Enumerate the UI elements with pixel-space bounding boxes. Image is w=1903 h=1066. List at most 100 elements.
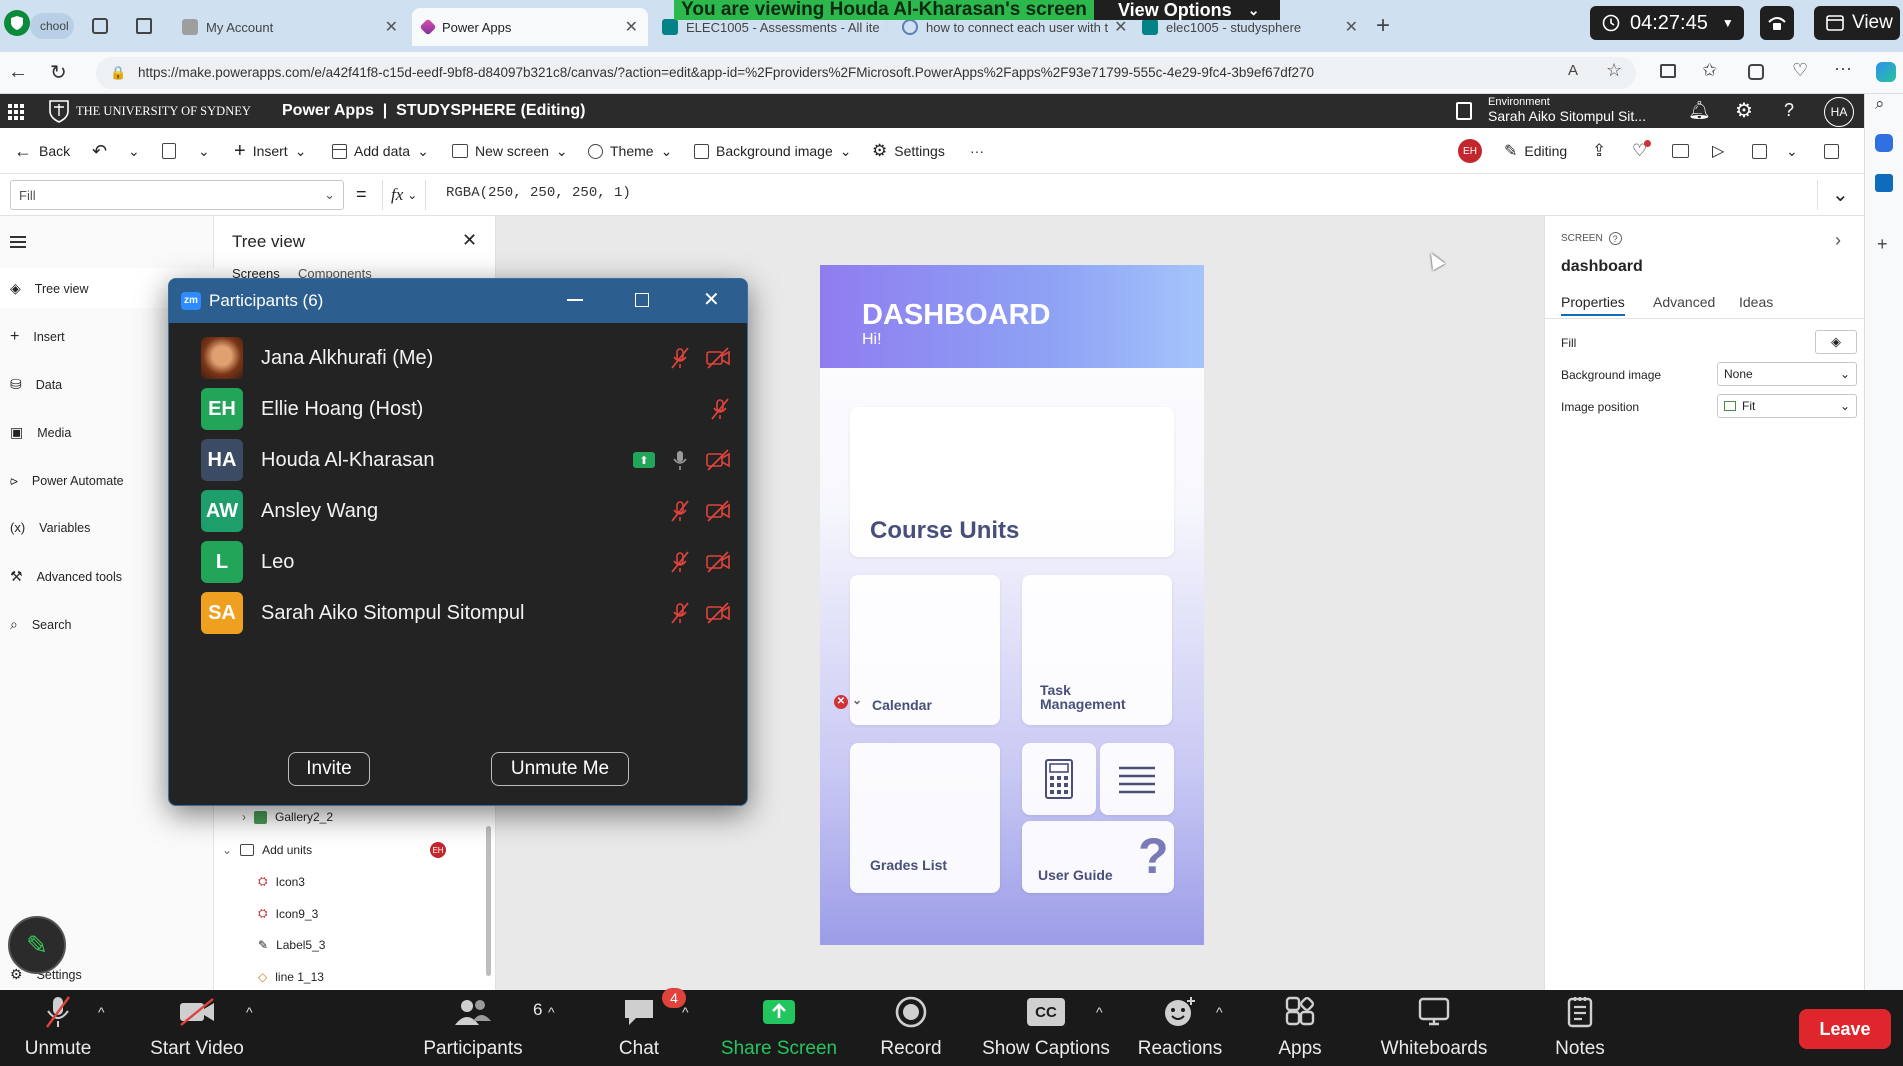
tree-item-label5-3[interactable]: ✎ Label5_3 bbox=[258, 938, 325, 952]
video-options-caret-icon[interactable]: ^ bbox=[246, 1004, 253, 1020]
rail-item-search[interactable]: ⌕ Search bbox=[10, 616, 71, 633]
apps-button[interactable]: Apps bbox=[1262, 990, 1338, 1066]
view-button[interactable]: View bbox=[1814, 6, 1900, 40]
app-launcher-icon[interactable] bbox=[8, 104, 24, 120]
reactions-options-caret-icon[interactable]: ^ bbox=[1216, 1004, 1223, 1020]
rail-item-power-automate[interactable]: ⪧ Power Automate bbox=[10, 472, 124, 489]
rail-item-variables[interactable]: (x) Variables bbox=[10, 520, 90, 535]
undo-button[interactable]: ↶ bbox=[92, 128, 107, 174]
add-data-button[interactable]: Add data ⌄ bbox=[332, 128, 429, 174]
rail-item-insert[interactable]: + Insert bbox=[10, 328, 65, 346]
mic-muted-icon[interactable] bbox=[669, 346, 691, 370]
participant-row[interactable]: HA Houda Al-Kharasan ⬆ bbox=[201, 435, 731, 485]
reactions-button[interactable]: Reactions bbox=[1132, 990, 1228, 1066]
preview-play-icon[interactable]: ▷ bbox=[1712, 128, 1724, 174]
search-icon[interactable]: ⌕ bbox=[1875, 94, 1885, 114]
close-icon[interactable]: ✕ bbox=[703, 287, 720, 312]
rail-item-data[interactable]: ⛁ Data bbox=[10, 376, 62, 393]
captions-options-caret-icon[interactable]: ^ bbox=[1096, 1004, 1103, 1020]
audio-options-caret-icon[interactable]: ^ bbox=[98, 1004, 105, 1020]
app-checker-icon[interactable]: ♡ bbox=[1632, 128, 1652, 174]
settings-button[interactable]: ⚙ Settings bbox=[872, 128, 945, 174]
share-icon[interactable]: ⇪ bbox=[1592, 128, 1606, 174]
chat-button[interactable]: 4 Chat bbox=[604, 988, 686, 1066]
copilot-app-icon[interactable] bbox=[1875, 134, 1893, 152]
unmute-me-button[interactable]: Unmute Me bbox=[491, 752, 629, 786]
calendar-card[interactable]: ✕ ⌄ Calendar bbox=[834, 575, 1000, 725]
reconnect-icon[interactable] bbox=[1760, 6, 1794, 40]
browser-tab[interactable]: My Account ✕ bbox=[172, 8, 408, 46]
publish-icon[interactable] bbox=[1824, 128, 1839, 174]
notes-button[interactable]: Notes bbox=[1544, 990, 1616, 1066]
read-aloud-icon[interactable]: A bbox=[1568, 62, 1578, 79]
new-screen-button[interactable]: New screen ⌄ bbox=[452, 128, 568, 174]
participants-title-bar[interactable]: zm Participants (6) ✕ bbox=[169, 279, 747, 323]
help-icon[interactable]: ? bbox=[1784, 100, 1794, 121]
favorite-star-icon[interactable]: ☆ bbox=[1606, 60, 1622, 81]
start-video-button[interactable]: Start Video bbox=[138, 990, 256, 1066]
tree-item-line[interactable]: ◇ line 1_13 bbox=[258, 970, 324, 984]
draw-pen-button[interactable]: ✎ bbox=[8, 916, 66, 974]
record-button[interactable]: Record bbox=[866, 990, 956, 1066]
favorites-icon[interactable]: ✩ bbox=[1702, 60, 1717, 81]
participants-button[interactable]: 6 Participants bbox=[418, 990, 542, 1066]
undo-dropdown[interactable]: ⌄ bbox=[128, 128, 140, 174]
info-icon[interactable]: ? bbox=[1608, 232, 1622, 245]
expand-panel-icon[interactable]: › bbox=[1835, 230, 1841, 251]
outlook-icon[interactable] bbox=[1875, 174, 1893, 192]
chat-options-caret-icon[interactable]: ^ bbox=[682, 1004, 689, 1020]
meeting-timer[interactable]: 04:27:45 ▼ bbox=[1590, 6, 1744, 40]
rail-item-media[interactable]: ▣ Media bbox=[10, 424, 71, 441]
fill-color-button[interactable]: ◈ bbox=[1815, 330, 1857, 354]
environment-selector[interactable]: Environment Sarah Aiko Sitompul Sit... bbox=[1488, 96, 1646, 124]
mic-icon[interactable] bbox=[669, 448, 691, 472]
close-tab-icon[interactable]: ✕ bbox=[1108, 17, 1127, 37]
split-screen-icon[interactable] bbox=[1660, 64, 1676, 78]
participant-row[interactable]: SA Sarah Aiko Sitompul Sitompul bbox=[201, 588, 731, 638]
mic-muted-icon[interactable] bbox=[709, 397, 731, 421]
formula-input[interactable]: RGBA(250, 250, 250, 1) bbox=[438, 180, 1818, 210]
task-management-card[interactable]: Task Management bbox=[1022, 575, 1172, 725]
mic-muted-icon[interactable] bbox=[669, 601, 691, 625]
save-dropdown[interactable]: ⌄ bbox=[1786, 128, 1798, 174]
more-menu-icon[interactable]: ··· bbox=[1834, 58, 1852, 79]
minimize-icon[interactable] bbox=[567, 299, 583, 301]
tree-item-add-units[interactable]: ⌄ Add units EH bbox=[222, 842, 482, 858]
calculator-card[interactable] bbox=[1022, 743, 1096, 815]
participant-row[interactable]: EH Ellie Hoang (Host) bbox=[201, 384, 731, 434]
paste-button[interactable] bbox=[162, 128, 176, 174]
profile-shield-icon[interactable] bbox=[4, 10, 30, 36]
image-position-dropdown[interactable]: Fit ⌄ bbox=[1717, 394, 1857, 418]
share-screen-button[interactable]: Share Screen bbox=[718, 990, 840, 1066]
dashboard-screen-preview[interactable]: DASHBOARD Hi! Course Units ✕ ⌄ Calendar … bbox=[820, 265, 1204, 945]
tab-ideas[interactable]: Ideas bbox=[1739, 294, 1773, 310]
comments-icon[interactable] bbox=[1672, 128, 1689, 174]
video-off-icon[interactable] bbox=[705, 602, 731, 624]
back-button[interactable]: ← Back bbox=[14, 128, 70, 174]
close-icon[interactable]: ✕ bbox=[462, 230, 477, 251]
save-icon[interactable] bbox=[1752, 128, 1767, 174]
add-app-icon[interactable]: + bbox=[1877, 234, 1888, 255]
tab-advanced[interactable]: Advanced bbox=[1653, 294, 1715, 310]
video-off-icon[interactable] bbox=[705, 449, 731, 471]
back-arrow-icon[interactable]: ← bbox=[8, 61, 28, 84]
tab-properties[interactable]: Properties bbox=[1561, 294, 1625, 316]
workspaces-icon[interactable] bbox=[92, 18, 108, 34]
browser-tab[interactable]: chool bbox=[30, 13, 74, 39]
rail-item-tree-view[interactable]: ◈ Tree view bbox=[10, 280, 89, 297]
video-off-icon[interactable] bbox=[705, 347, 731, 369]
tree-item-icon3[interactable]: ⛭ Icon3 bbox=[258, 874, 305, 889]
browser-tab-active[interactable]: Power Apps ✕ bbox=[412, 8, 648, 46]
background-image-dropdown[interactable]: None ⌄ bbox=[1717, 362, 1857, 386]
more-commands-button[interactable]: ··· bbox=[970, 128, 984, 174]
close-tab-icon[interactable]: ✕ bbox=[619, 17, 638, 37]
url-field[interactable]: 🔒 https://make.powerapps.com/e/a42f41f8-… bbox=[96, 57, 1636, 89]
list-card[interactable] bbox=[1100, 743, 1174, 815]
collections-icon[interactable] bbox=[1748, 64, 1764, 80]
close-tab-icon[interactable]: ✕ bbox=[1339, 17, 1358, 37]
video-off-icon[interactable] bbox=[705, 551, 731, 573]
tree-scrollbar[interactable] bbox=[486, 826, 491, 976]
paste-dropdown[interactable]: ⌄ bbox=[198, 128, 210, 174]
rail-item-advanced-tools[interactable]: ⚒ Advanced tools bbox=[10, 568, 122, 585]
browser-essentials-icon[interactable]: ♡ bbox=[1792, 60, 1808, 81]
